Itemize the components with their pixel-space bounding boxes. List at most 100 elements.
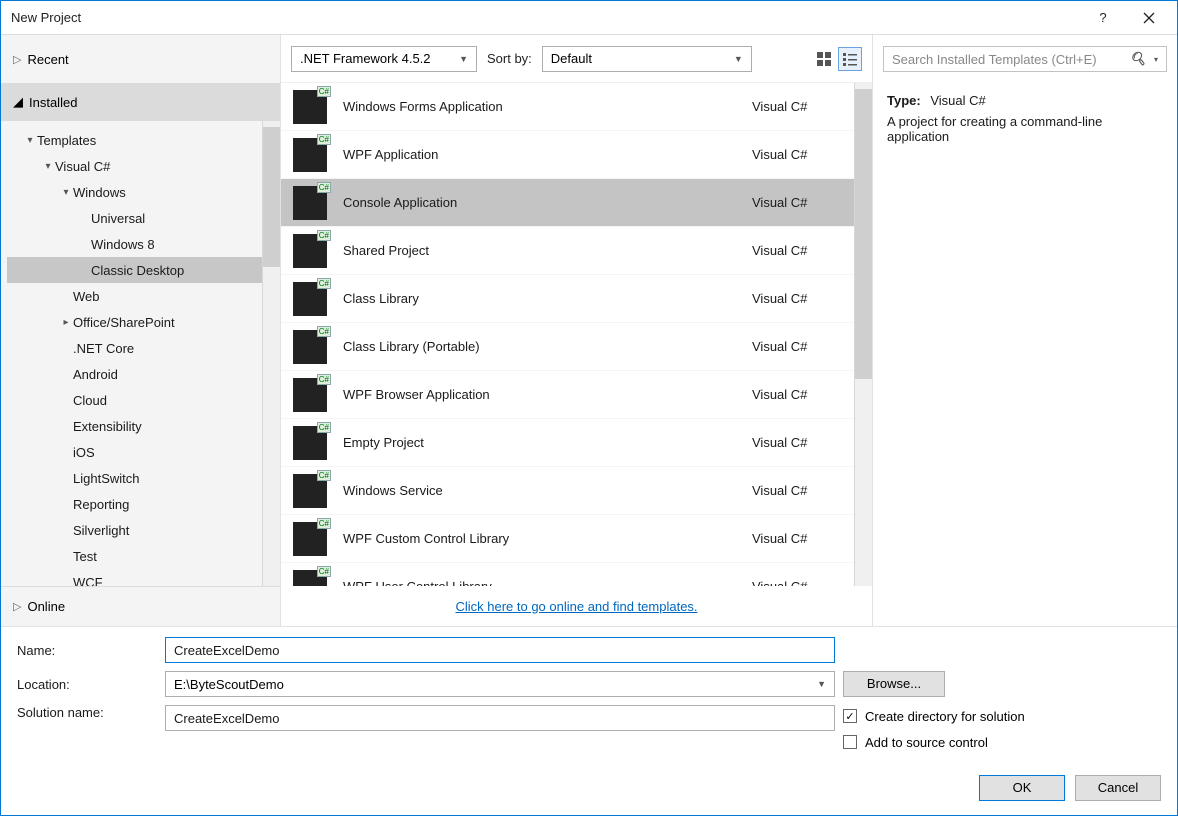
template-name: WPF Browser Application xyxy=(343,387,736,402)
cancel-button[interactable]: Cancel xyxy=(1075,775,1161,801)
template-row[interactable]: Shared ProjectVisual C# xyxy=(281,227,854,275)
template-row[interactable]: WPF ApplicationVisual C# xyxy=(281,131,854,179)
add-source-control-checkbox[interactable] xyxy=(843,735,857,749)
template-name: Shared Project xyxy=(343,243,736,258)
chevron-down-icon: ▼ xyxy=(734,54,743,64)
window-title: New Project xyxy=(11,10,1089,25)
tree-item[interactable]: Silverlight xyxy=(7,517,262,543)
tree-item[interactable]: Universal xyxy=(7,205,262,231)
tree-item-label: Classic Desktop xyxy=(91,263,184,278)
template-name: WPF Application xyxy=(343,147,736,162)
template-icon xyxy=(293,474,327,508)
tree-item[interactable]: Cloud xyxy=(7,387,262,413)
template-icon xyxy=(293,570,327,587)
online-templates-link[interactable]: Click here to go online and find templat… xyxy=(455,599,697,614)
chevron-down-icon: ▼ xyxy=(459,54,468,64)
tree-item[interactable]: ▾Templates xyxy=(7,127,262,153)
tree-item-label: Visual C# xyxy=(55,159,110,174)
ok-button[interactable]: OK xyxy=(979,775,1065,801)
left-section-installed[interactable]: ◢ Installed xyxy=(1,83,280,121)
tree-item-label: Test xyxy=(73,549,97,564)
chevron-right-icon: ▷ xyxy=(13,53,21,66)
tree-item[interactable]: ▾Windows xyxy=(7,179,262,205)
template-tree[interactable]: ▾Templates▾Visual C#▾WindowsUniversalWin… xyxy=(1,121,262,586)
template-icon xyxy=(293,522,327,556)
template-scrollbar[interactable] xyxy=(854,83,872,586)
template-description: A project for creating a command-line ap… xyxy=(887,114,1163,144)
tree-item[interactable]: Android xyxy=(7,361,262,387)
template-name: WPF Custom Control Library xyxy=(343,531,736,546)
help-button[interactable]: ? xyxy=(1089,6,1117,30)
location-dropdown[interactable]: E:\ByteScoutDemo ▼ xyxy=(165,671,835,697)
tree-item[interactable]: Classic Desktop xyxy=(7,257,262,283)
tree-item-label: Windows 8 xyxy=(91,237,155,252)
tree-item[interactable]: ▾Visual C# xyxy=(7,153,262,179)
left-section-online[interactable]: ▷ Online xyxy=(1,586,280,626)
template-name: Class Library (Portable) xyxy=(343,339,736,354)
center-toolbar: .NET Framework 4.5.2 ▼ Sort by: Default … xyxy=(281,35,872,83)
tree-scrollbar[interactable] xyxy=(262,121,280,586)
location-label: Location: xyxy=(17,677,157,692)
template-row[interactable]: WPF User Control LibraryVisual C# xyxy=(281,563,854,586)
tree-item-label: Android xyxy=(73,367,118,382)
type-label: Type: xyxy=(887,93,921,108)
left-section-recent[interactable]: ▷ Recent xyxy=(1,35,280,83)
list-icon xyxy=(843,52,857,66)
template-scrollbar-thumb[interactable] xyxy=(855,89,872,379)
dialog-actions: OK Cancel xyxy=(1,761,1177,815)
tree-item[interactable]: WCF xyxy=(7,569,262,586)
template-language: Visual C# xyxy=(752,195,842,210)
template-name: WPF User Control Library xyxy=(343,579,736,586)
tree-item[interactable]: Extensibility xyxy=(7,413,262,439)
online-label: Online xyxy=(27,599,65,614)
project-name-input[interactable] xyxy=(165,637,835,663)
close-button[interactable] xyxy=(1135,6,1163,30)
template-row[interactable]: Class Library (Portable) Visual C# xyxy=(281,323,854,371)
tree-item-label: .NET Core xyxy=(73,341,134,356)
solution-name-input[interactable] xyxy=(165,705,835,731)
tree-item[interactable]: iOS xyxy=(7,439,262,465)
tree-item[interactable]: Test xyxy=(7,543,262,569)
template-icon xyxy=(293,186,327,220)
template-list[interactable]: Windows Forms ApplicationVisual C#WPF Ap… xyxy=(281,83,854,586)
tree-item[interactable]: .NET Core xyxy=(7,335,262,361)
template-icon xyxy=(293,330,327,364)
chevron-right-icon: ▷ xyxy=(13,600,21,613)
template-row[interactable]: WPF Browser ApplicationVisual C# xyxy=(281,371,854,419)
type-value: Visual C# xyxy=(930,93,985,108)
template-row[interactable]: Windows ServiceVisual C# xyxy=(281,467,854,515)
tree-item-label: Reporting xyxy=(73,497,129,512)
framework-dropdown[interactable]: .NET Framework 4.5.2 ▼ xyxy=(291,46,477,72)
tree-item[interactable]: Windows 8 xyxy=(7,231,262,257)
tree-item[interactable]: Web xyxy=(7,283,262,309)
template-icon xyxy=(293,90,327,124)
tree-item-label: Web xyxy=(73,289,100,304)
template-row[interactable]: Class LibraryVisual C# xyxy=(281,275,854,323)
browse-button[interactable]: Browse... xyxy=(843,671,945,697)
tree-item[interactable]: LightSwitch xyxy=(7,465,262,491)
view-large-icons-button[interactable] xyxy=(812,47,836,71)
template-row[interactable]: Windows Forms ApplicationVisual C# xyxy=(281,83,854,131)
tree-item[interactable]: Reporting xyxy=(7,491,262,517)
tree-item[interactable]: ▸Office/SharePoint xyxy=(7,309,262,335)
chevron-down-icon: ▼ xyxy=(817,679,826,689)
sort-by-dropdown[interactable]: Default ▼ xyxy=(542,46,752,72)
template-name: Windows Forms Application xyxy=(343,99,736,114)
sort-by-label: Sort by: xyxy=(487,51,532,66)
tree-item-label: WCF xyxy=(73,575,103,587)
template-language: Visual C# xyxy=(752,531,842,546)
template-name: Class Library xyxy=(343,291,736,306)
template-row[interactable]: Empty ProjectVisual C# xyxy=(281,419,854,467)
create-directory-checkbox[interactable]: ✓ xyxy=(843,709,857,723)
tree-arrow-icon: ▾ xyxy=(23,135,37,146)
template-name: Windows Service xyxy=(343,483,736,498)
template-row[interactable]: Console ApplicationVisual C# xyxy=(281,179,854,227)
close-icon xyxy=(1143,12,1155,24)
search-input[interactable]: Search Installed Templates (Ctrl+E) 🔍︎ ▾ xyxy=(883,46,1167,72)
title-bar: New Project ? xyxy=(1,1,1177,35)
center-panel: .NET Framework 4.5.2 ▼ Sort by: Default … xyxy=(281,35,873,626)
view-list-button[interactable] xyxy=(838,47,862,71)
template-row[interactable]: WPF Custom Control Library Visual C# xyxy=(281,515,854,563)
template-language: Visual C# xyxy=(752,339,842,354)
tree-scrollbar-thumb[interactable] xyxy=(263,127,280,267)
